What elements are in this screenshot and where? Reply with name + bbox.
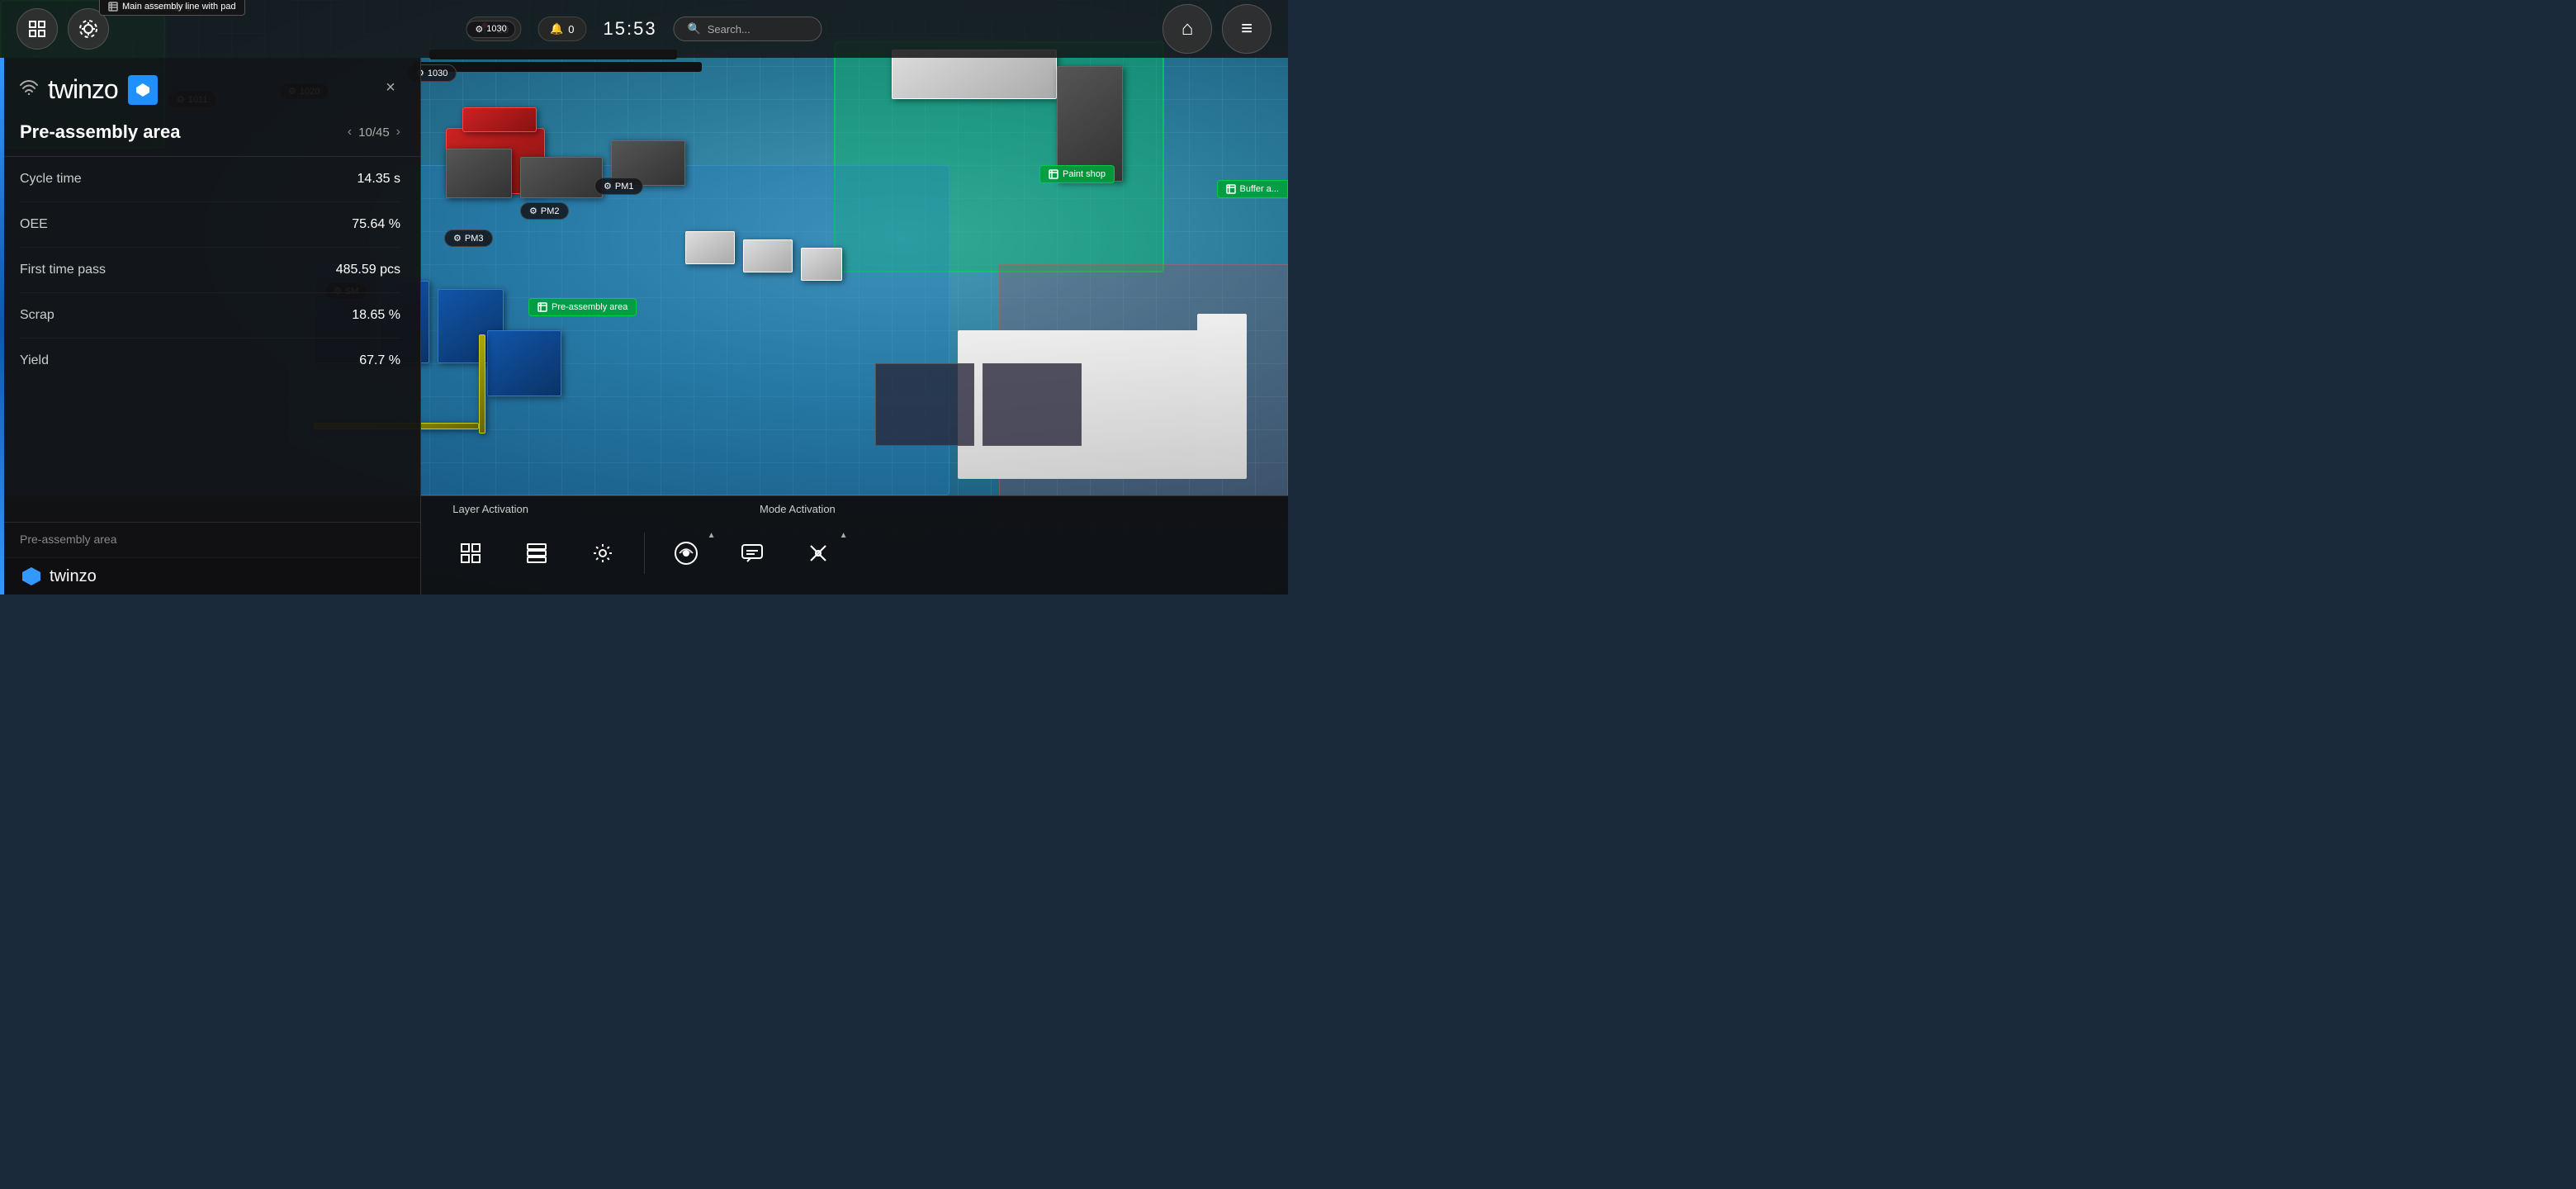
rack-1 bbox=[875, 363, 974, 446]
gear-tag-pm3[interactable]: ⚙ PM3 bbox=[444, 230, 493, 247]
footer-tool-icon bbox=[807, 542, 830, 565]
storage-white-1 bbox=[685, 231, 735, 264]
scrap-label: Scrap bbox=[20, 308, 54, 323]
footer-settings-icon bbox=[591, 542, 614, 565]
clock-display: 15:53 bbox=[604, 18, 657, 40]
pagination-text: 10/45 bbox=[358, 126, 390, 140]
header-left bbox=[17, 8, 109, 50]
panel-title: Pre-assembly area bbox=[20, 121, 180, 143]
buffer-label: Buffer a... bbox=[1240, 184, 1280, 194]
first-time-pass-value: 485.59 pcs bbox=[336, 263, 400, 277]
footer-grid-button[interactable] bbox=[438, 524, 504, 582]
paint-shop-label: Paint shop bbox=[1063, 169, 1106, 179]
machine-right-dark bbox=[1057, 66, 1123, 182]
alert-count: 0 bbox=[568, 23, 574, 36]
footer-separator-1 bbox=[644, 533, 645, 574]
storage-white-3 bbox=[801, 248, 842, 281]
panel-header: twinzo × Pre-assembly area ‹ 10/45 › bbox=[0, 58, 420, 157]
footer-gear-button[interactable] bbox=[570, 524, 636, 582]
paint-shop-tag[interactable]: Paint shop bbox=[1039, 165, 1115, 183]
stat-row-yield: Yield 67.7 % bbox=[20, 339, 400, 383]
menu-icon: ≡ bbox=[1241, 17, 1252, 40]
stats-list: Cycle time 14.35 s OEE 75.64 % First tim… bbox=[0, 157, 420, 522]
main-assembly-label: Main assembly line with pad bbox=[122, 2, 236, 12]
alert-badge: 🔔 0 bbox=[537, 17, 586, 41]
prev-arrow[interactable]: ‹ bbox=[348, 125, 352, 140]
oee-label: OEE bbox=[20, 217, 48, 232]
first-time-pass-label: First time pass bbox=[20, 263, 106, 277]
main-assembly-tag[interactable]: Main assembly line with pad bbox=[99, 0, 245, 16]
bottom-logo-icon bbox=[20, 565, 43, 588]
bottom-logo-text: twinzo bbox=[50, 567, 97, 586]
stat-row-scrap: Scrap 18.65 % bbox=[20, 293, 400, 339]
menu-button[interactable]: ≡ bbox=[1222, 4, 1271, 54]
gear-tag-pm2[interactable]: ⚙ PM2 bbox=[520, 202, 569, 220]
status-bar: Pre-assembly area bbox=[0, 522, 420, 557]
footer-grid-icon bbox=[459, 542, 482, 565]
pre-assembly-map-tag[interactable]: Pre-assembly area bbox=[528, 298, 637, 316]
grid-view-button[interactable] bbox=[17, 8, 58, 50]
yield-value: 67.7 % bbox=[359, 353, 400, 368]
header-right: ⌂ ≡ bbox=[1163, 4, 1271, 54]
footer-chat-icon bbox=[741, 542, 764, 565]
footer-chat-button[interactable] bbox=[719, 524, 785, 582]
accent-bar-left bbox=[0, 58, 4, 594]
footer-circle-button[interactable]: ▲ bbox=[653, 524, 719, 582]
scrap-value: 18.65 % bbox=[352, 308, 400, 323]
tool-expand-arrow[interactable]: ▲ bbox=[840, 531, 848, 540]
yield-label: Yield bbox=[20, 353, 49, 368]
search-icon: 🔍 bbox=[688, 22, 701, 36]
gear-icon-pm3: ⚙ bbox=[453, 233, 462, 244]
header: OU1 - Packaging Main assembly line with … bbox=[0, 0, 1288, 58]
home-icon: ⌂ bbox=[1181, 17, 1194, 40]
side-panel: twinzo × Pre-assembly area ‹ 10/45 › bbox=[0, 58, 421, 594]
machine-blue-4 bbox=[487, 330, 561, 396]
panel-logo-area: twinzo bbox=[20, 74, 400, 105]
layer-activation-label: Layer Activation bbox=[452, 503, 528, 515]
bottom-logo: twinzo bbox=[0, 557, 420, 594]
footer-tool-button[interactable]: ▲ bbox=[785, 524, 851, 582]
mode-activation-label: Mode Activation bbox=[760, 503, 836, 515]
footer-list-button[interactable] bbox=[504, 524, 570, 582]
close-button[interactable]: × bbox=[377, 74, 404, 101]
gear-icon-pm2: ⚙ bbox=[529, 206, 537, 216]
machine-dark-1 bbox=[446, 149, 512, 198]
stat-row-cycle-time: Cycle time 14.35 s bbox=[20, 157, 400, 202]
gear-icon-pm1: ⚙ bbox=[604, 181, 612, 192]
footer-circle-icon bbox=[673, 540, 699, 566]
header-center: 📍 20 🔔 0 15:53 🔍 Search... ⚙ 1030 bbox=[466, 17, 822, 41]
machine-dark-2 bbox=[520, 157, 603, 198]
panel-footer: Pre-assembly area twinzo bbox=[0, 522, 420, 594]
wall-right-2 bbox=[1197, 314, 1247, 479]
bell-icon: 🔔 bbox=[550, 22, 563, 36]
search-bar[interactable]: 🔍 Search... bbox=[674, 17, 822, 41]
oee-value: 75.64 % bbox=[352, 217, 400, 232]
search-placeholder: Search... bbox=[708, 23, 751, 36]
gear-tag-pm1[interactable]: ⚙ PM1 bbox=[594, 178, 643, 195]
stat-row-oee: OEE 75.64 % bbox=[20, 202, 400, 248]
logo-text: twinzo bbox=[48, 74, 118, 105]
pagination: ‹ 10/45 › bbox=[348, 125, 400, 140]
buffer-tag[interactable]: Buffer a... bbox=[1217, 180, 1289, 198]
next-arrow[interactable]: › bbox=[396, 125, 400, 140]
stat-row-first-time-pass: First time pass 485.59 pcs bbox=[20, 248, 400, 293]
wifi-icon bbox=[20, 80, 38, 99]
gear-icon-sm: ⚙ bbox=[475, 24, 483, 35]
pre-assembly-map-label: Pre-assembly area bbox=[552, 302, 627, 312]
barrier-yellow-2 bbox=[479, 334, 485, 433]
settings-count: 1030 bbox=[486, 24, 506, 34]
cycle-time-label: Cycle time bbox=[20, 172, 82, 187]
storage-white-2 bbox=[743, 239, 793, 272]
home-button[interactable]: ⌂ bbox=[1163, 4, 1212, 54]
status-text: Pre-assembly area bbox=[20, 533, 117, 546]
rack-2 bbox=[983, 363, 1082, 446]
footer-list-icon bbox=[525, 542, 548, 565]
settings-count-badge: ⚙ 1030 bbox=[466, 21, 515, 38]
machine-red-top bbox=[462, 107, 537, 132]
circle-expand-arrow[interactable]: ▲ bbox=[708, 531, 716, 540]
close-icon: × bbox=[386, 78, 395, 97]
cycle-time-value: 14.35 s bbox=[358, 172, 400, 187]
logo-box bbox=[128, 75, 158, 105]
panel-title-row: Pre-assembly area ‹ 10/45 › bbox=[20, 121, 400, 143]
